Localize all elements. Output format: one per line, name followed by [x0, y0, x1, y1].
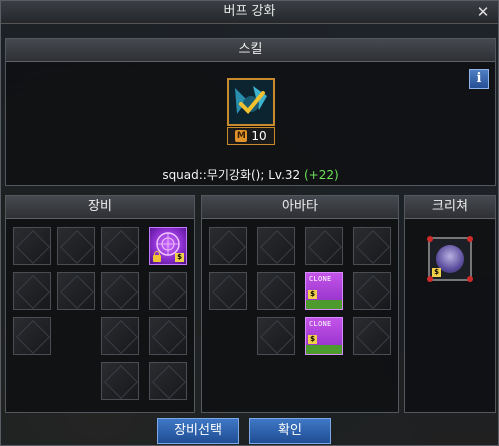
equipment-slot[interactable]: [13, 317, 51, 355]
avatar-item-clone[interactable]: CLONE $: [305, 317, 343, 355]
avatar-slot[interactable]: [257, 272, 295, 310]
squad-text: squad::무기강화(); Lv.32: [162, 168, 301, 182]
avatar-slot[interactable]: [257, 227, 295, 265]
skill-description: squad::무기강화(); Lv.32 (+22): [6, 166, 495, 183]
window-titlebar[interactable]: 버프 강화 ✕: [1, 1, 498, 24]
avatar-slot[interactable]: [305, 227, 343, 265]
lock-icon: [153, 251, 161, 262]
bound-mark-icon: $: [432, 268, 441, 277]
weapon-buff-icon: [229, 80, 273, 124]
clone-label: CLONE: [309, 275, 332, 283]
clone-label: CLONE: [309, 320, 332, 328]
equipment-slot[interactable]: [149, 272, 187, 310]
equipment-item-rare[interactable]: $: [149, 227, 187, 265]
avatar-slot[interactable]: [353, 272, 391, 310]
avatar-slot[interactable]: [209, 227, 247, 265]
avatar-slot[interactable]: [353, 227, 391, 265]
corner-gem-icon: [467, 276, 473, 282]
creature-panel: 크리쳐 $: [404, 195, 496, 413]
equipment-panel-header: 장비: [6, 196, 194, 219]
equipment-slot[interactable]: [101, 362, 139, 400]
skill-icon[interactable]: [227, 78, 275, 126]
bound-mark-icon: $: [308, 290, 317, 299]
clone-bar: [306, 345, 342, 354]
equipment-slot[interactable]: [101, 272, 139, 310]
equipment-slot[interactable]: [57, 227, 95, 265]
skill-level: 10: [251, 129, 267, 143]
bonus-level: (+22): [304, 168, 339, 182]
equipment-slot[interactable]: [149, 362, 187, 400]
confirm-button[interactable]: 확인: [249, 418, 331, 444]
bound-mark-icon: $: [308, 335, 317, 344]
mastery-badge-icon: M: [235, 130, 248, 142]
select-equipment-button[interactable]: 장비선택: [157, 418, 239, 444]
avatar-panel-header: 아바타: [202, 196, 398, 219]
corner-gem-icon: [467, 236, 473, 242]
corner-gem-icon: [427, 236, 433, 242]
clone-bar: [306, 300, 342, 309]
info-button[interactable]: i: [469, 69, 489, 89]
creature-panel-header: 크리쳐: [405, 196, 495, 219]
equipment-slot[interactable]: [13, 272, 51, 310]
equipment-slot[interactable]: [149, 317, 187, 355]
avatar-slot[interactable]: [353, 317, 391, 355]
equipment-slot[interactable]: [57, 272, 95, 310]
equipment-slot[interactable]: [101, 317, 139, 355]
equipment-slot[interactable]: [13, 227, 51, 265]
close-icon[interactable]: ✕: [474, 1, 492, 23]
creature-slot[interactable]: $: [427, 236, 473, 282]
avatar-panel: 아바타 CLONE $ CLONE $: [201, 195, 399, 413]
avatar-slot[interactable]: [209, 272, 247, 310]
buff-enhance-window: 버프 강화 ✕ 스킬 i M 10 squad::무기강화(); Lv.32 (…: [0, 0, 499, 446]
avatar-slot[interactable]: [257, 317, 295, 355]
equipment-panel: 장비 $: [5, 195, 195, 413]
bound-mark-icon: $: [175, 253, 184, 262]
skill-panel: 스킬 i M 10 squad::무기강화(); Lv.32 (+22): [5, 38, 496, 186]
window-title: 버프 강화: [223, 4, 276, 19]
skill-level-plate: M 10: [227, 127, 275, 145]
skill-panel-header: 스킬: [6, 39, 495, 62]
avatar-item-clone[interactable]: CLONE $: [305, 272, 343, 310]
equipment-slot[interactable]: [101, 227, 139, 265]
